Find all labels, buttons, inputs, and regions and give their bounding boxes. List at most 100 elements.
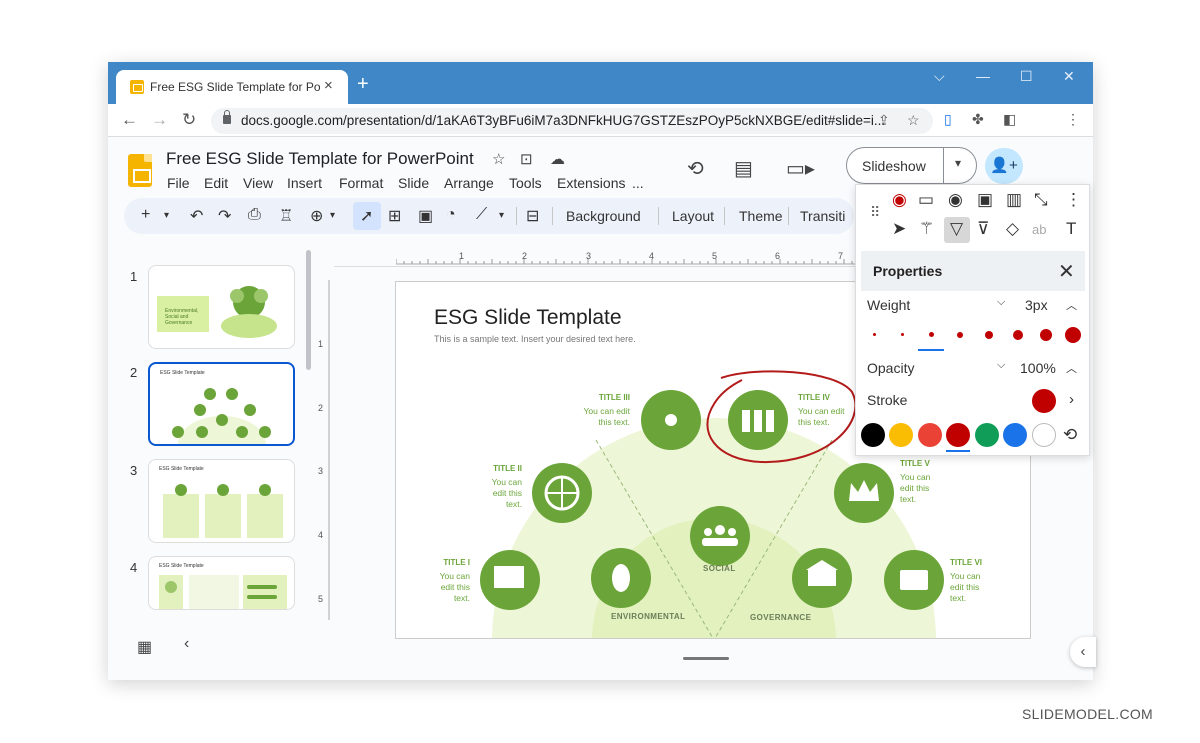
back-icon[interactable]: ← [121,110,138,130]
color-swatch-yellow[interactable] [889,423,913,447]
slide-thumbnail-2[interactable]: ESG Slide Template [148,362,295,446]
shape-icon[interactable]: ◔ [446,206,456,224]
menu-slide[interactable]: Slide [398,175,429,191]
extension-icon[interactable]: ▯ [944,111,952,128]
side-panel-toggle-icon[interactable]: ‹ [1070,637,1096,667]
transition-button[interactable]: Transiti [800,208,845,224]
meet-camera-icon[interactable]: ▭▸ [786,156,815,181]
browser-menu-icon[interactable]: ⋮ [1066,111,1080,128]
magic-wand-icon[interactable]: ⚚ [919,219,934,239]
menu-view[interactable]: View [243,175,273,191]
textbox-icon[interactable]: ⊞ [388,206,401,226]
stroke-expand-icon[interactable]: › [1069,391,1074,408]
color-swatch-green[interactable] [975,423,999,447]
weight-option[interactable] [1040,329,1052,341]
select-cursor-icon[interactable]: ➚ [360,206,373,226]
puzzle-icon[interactable]: ✤ [972,111,984,128]
browser-tab[interactable]: Free ESG Slide Template for Pow × [116,70,348,104]
highlighter-icon[interactable]: ⊽ [977,219,989,239]
slides-logo-icon[interactable] [128,154,152,187]
tab-search-icon[interactable]: ⌵ [934,68,945,85]
eraser-icon[interactable]: ◇ [1006,219,1019,239]
line-dropdown-icon[interactable]: ▾ [499,210,504,221]
pen-icon[interactable]: ▽ [950,219,963,239]
slide-thumbnail-1[interactable]: Environmental, Social and Governance [148,265,295,349]
reload-icon[interactable]: ↻ [182,110,196,130]
zoom-dropdown-icon[interactable]: ▾ [330,210,335,221]
zoom-icon[interactable]: ⊕ [310,206,323,226]
menu-tools[interactable]: Tools [509,175,542,191]
new-slide-dropdown-icon[interactable]: ▾ [164,210,169,221]
resize-handle[interactable] [683,657,729,660]
grid-view-icon[interactable]: ▦ [137,637,152,657]
color-swatch-black[interactable] [861,423,885,447]
slide-thumbnail-4[interactable]: ESG Slide Template [148,556,295,610]
tab-close-icon[interactable]: × [324,77,333,94]
print-icon[interactable]: ⎙ [248,206,261,224]
slideshow-dropdown-icon[interactable]: ▾ [955,156,961,170]
sidepanel-icon[interactable]: ◧ [1003,111,1016,128]
eye-icon[interactable]: ◉ [948,190,963,210]
menu-extensions[interactable]: Extensions [557,175,625,191]
cloud-status-icon[interactable]: ☁ [550,150,565,168]
slideshow-button[interactable]: Slideshow ▾ [846,147,977,184]
new-tab-icon[interactable]: + [357,73,369,96]
redo-icon[interactable]: ↷ [218,206,231,226]
url-field[interactable]: docs.google.com/presentation/d/1aKA6T3yB… [211,108,933,134]
opacity-dropdown-icon[interactable]: ⌵ [997,359,1005,372]
slide-thumbnail-3[interactable]: ESG Slide Template [148,459,295,543]
color-history-icon[interactable]: ⟲ [1063,425,1077,445]
screen-icon[interactable]: ▭ [918,190,934,210]
collapse-panel-icon[interactable]: ‹ [184,635,189,653]
menu-file[interactable]: File [167,175,190,191]
share-button[interactable]: 👤+ [985,148,1023,184]
collapse-icon[interactable]: ⤡ [1034,190,1048,210]
close-panel-icon[interactable]: ✕ [1058,259,1075,284]
strike-text-icon[interactable]: ab [1032,222,1046,237]
more-options-icon[interactable]: ⋮ [1065,190,1082,210]
color-swatch-white[interactable] [1032,423,1056,447]
weight-option-selected[interactable] [929,332,934,337]
close-window-icon[interactable]: ✕ [1063,68,1075,85]
minimize-icon[interactable]: — [976,68,990,84]
weight-option[interactable] [901,333,904,336]
image-icon[interactable]: ▣ [418,206,433,226]
filmstrip-scrollbar[interactable] [306,250,311,370]
trash-icon[interactable]: ▥ [1006,190,1022,210]
forward-icon[interactable]: → [151,110,168,130]
menu-arrange[interactable]: Arrange [444,175,494,191]
bookmark-star-icon[interactable]: ☆ [907,112,920,129]
version-history-icon[interactable]: ⟲ [687,156,704,181]
color-swatch-blue[interactable] [1003,423,1027,447]
record-icon[interactable]: ◉ [892,190,907,210]
weight-collapse-icon[interactable]: ︿ [1066,297,1077,313]
undo-icon[interactable]: ↶ [190,206,203,226]
star-icon[interactable]: ☆ [492,150,505,168]
menu-edit[interactable]: Edit [204,175,228,191]
weight-option[interactable] [1013,330,1023,340]
weight-option[interactable] [985,331,993,339]
menu-more[interactable]: ... [632,175,644,191]
document-title[interactable]: Free ESG Slide Template for PowerPoint [166,149,474,169]
line-icon[interactable]: ⟋ [476,206,487,224]
weight-option[interactable] [1065,327,1081,343]
theme-button[interactable]: Theme [739,208,783,224]
layout-button[interactable]: Layout [672,208,714,224]
save-icon[interactable]: ▣ [977,190,993,210]
comments-icon[interactable]: ▤ [734,156,753,181]
drag-handle-icon[interactable]: ⠿ [870,204,880,221]
opacity-collapse-icon[interactable]: ︿ [1066,360,1077,376]
weight-dropdown-icon[interactable]: ⌵ [997,296,1005,309]
text-tool-icon[interactable]: T [1066,219,1076,239]
stroke-color-swatch[interactable] [1032,389,1056,413]
color-swatch-darkred[interactable] [946,423,970,447]
pointer-icon[interactable]: ➤ [892,219,906,239]
maximize-icon[interactable]: ☐ [1020,68,1033,85]
move-folder-icon[interactable]: ⊡ [520,150,533,168]
menu-format[interactable]: Format [339,175,383,191]
weight-option[interactable] [873,333,876,336]
color-swatch-red[interactable] [918,423,942,447]
add-comment-icon[interactable]: ⊟ [526,206,539,226]
new-slide-icon[interactable]: + [141,206,150,224]
share-page-icon[interactable]: ⇪ [878,112,890,129]
